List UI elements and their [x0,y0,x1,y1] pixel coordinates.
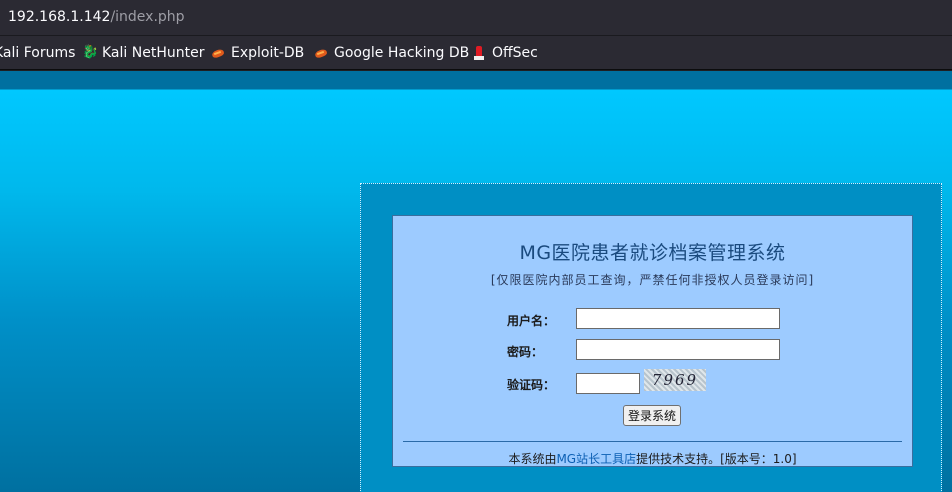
footer-text: 本系统由MG站长工具店提供技术支持。[版本号：1.0] [393,450,912,467]
url-text[interactable]: 192.168.1.142/index.php [8,9,185,25]
login-container: MG医院患者就诊档案管理系统 [仅限医院内部员工查询，严禁任何非授权人员登录访问… [360,183,942,492]
login-panel: MG医院患者就诊档案管理系统 [仅限医院内部员工查询，严禁任何非授权人员登录访问… [392,215,913,467]
captcha-image[interactable]: 7969 [644,369,706,391]
url-path: /index.php [110,9,185,25]
bookmark-google-hacking-db[interactable]: Google Hacking DB [314,45,469,61]
bookmark-label: Exploit-DB [231,45,305,61]
footer-suffix: 提供技术支持。[版本号：1.0] [636,452,797,466]
bookmarks-toolbar: Kali Forums 🐉 Kali NetHunter Exploit-DB … [0,36,952,70]
password-label: 密码： [507,345,544,359]
exploit-db-bug-icon [211,46,225,60]
footer-prefix: 本系统由 [508,452,557,466]
access-notice: [仅限医院内部员工查询，严禁任何非授权人员登录访问] [490,273,815,287]
offsec-icon [472,46,486,60]
bookmark-kali-forums[interactable]: Kali Forums [0,45,75,61]
username-label: 用户名： [507,314,556,328]
bookmark-label: Google Hacking DB [334,45,470,61]
footer-divider [403,441,902,442]
captcha-input[interactable] [576,373,640,394]
password-input[interactable] [576,339,780,360]
ghdb-bug-icon [314,46,328,60]
bookmark-label: Kali NetHunter [102,45,205,61]
login-submit-button[interactable]: 登录系统 [623,405,681,426]
bookmark-label: Kali Forums [0,45,76,61]
username-input[interactable] [576,308,780,329]
captcha-label: 验证码： [507,378,556,392]
address-bar[interactable]: 192.168.1.142/index.php [0,0,952,36]
kali-dragon-icon: 🐉 [82,45,99,60]
bookmark-exploit-db[interactable]: Exploit-DB [211,45,304,61]
url-host: 192.168.1.142 [8,9,111,25]
bookmark-label: OffSec [492,45,538,61]
vendor-link[interactable]: MG站长工具店 [556,452,636,466]
page-body: MG医院患者就诊档案管理系统 [仅限医院内部员工查询，严禁任何非授权人员登录访问… [0,71,952,492]
system-title: MG医院患者就诊档案管理系统 [519,242,786,264]
bookmark-kali-nethunter[interactable]: 🐉 Kali NetHunter [82,45,204,61]
bookmark-offsec[interactable]: OffSec [472,45,538,61]
